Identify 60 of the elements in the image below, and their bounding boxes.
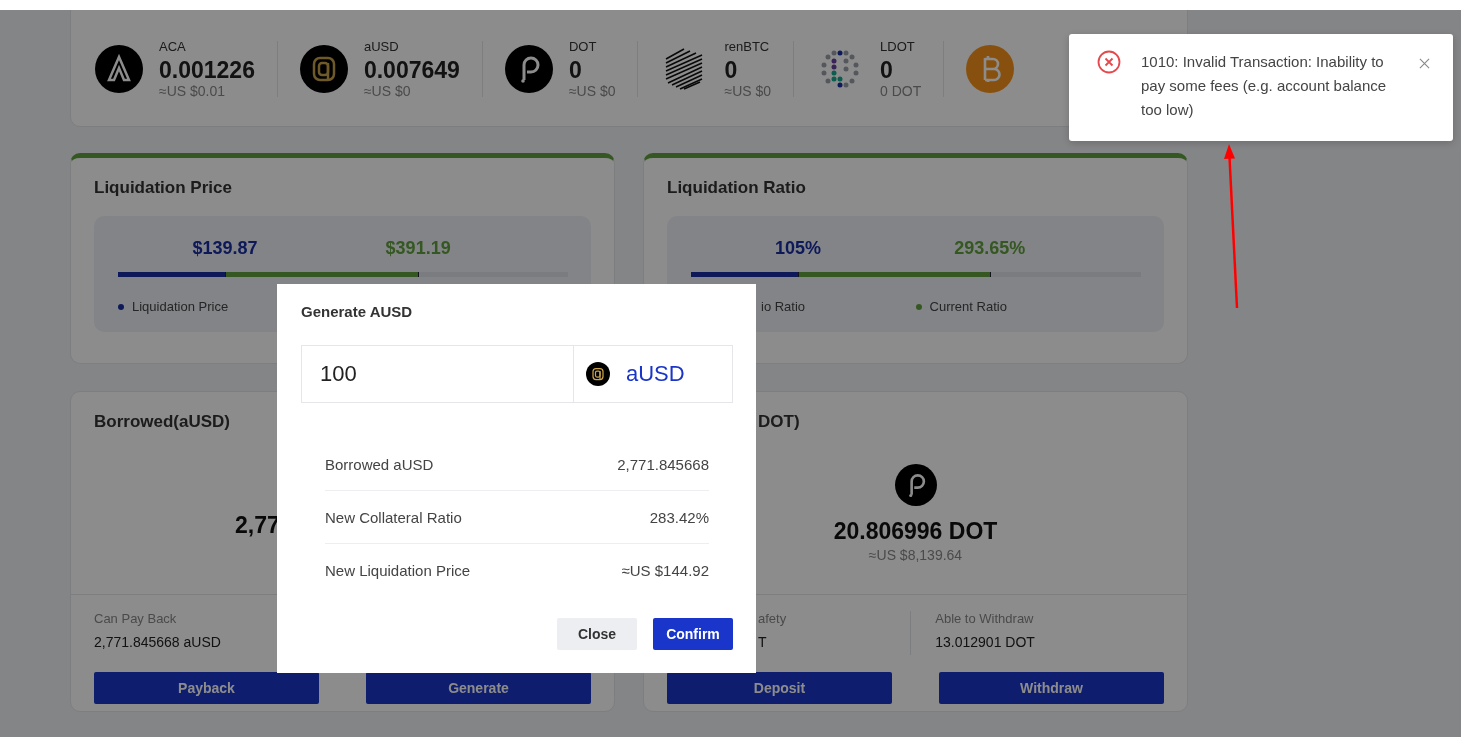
token-value: ≈US $0	[724, 82, 772, 99]
stat-label: Can Pay Back	[94, 611, 178, 626]
detail-value: 2,771.845668	[617, 455, 709, 473]
token-name: ACA	[159, 38, 187, 54]
token-value: ≈US $0	[363, 82, 412, 99]
coin-logo-icon	[299, 44, 348, 93]
action-button[interactable]: Deposit	[667, 672, 892, 704]
marker-value: $139.87	[192, 238, 258, 259]
stat-value: 2,771.845668 aUSD	[94, 634, 222, 650]
stat-value: T	[758, 634, 768, 650]
triangle-logo-icon	[95, 44, 143, 93]
amount-input[interactable]: 100	[301, 345, 573, 403]
detail-value: 283.42%	[649, 508, 709, 526]
marker-value: 293.65%	[954, 238, 1026, 259]
detail-label: Borrowed aUSD	[325, 455, 434, 473]
confirm-button[interactable]: Confirm	[653, 618, 733, 650]
detail-label: New Liquidation Price	[325, 561, 471, 579]
coin-logo-icon	[504, 44, 553, 93]
action-button[interactable]: Payback	[94, 672, 319, 704]
token-selector[interactable]: aUSD	[573, 345, 733, 403]
coin-logo-icon	[894, 463, 937, 506]
detail-value: ≈US $144.92	[621, 561, 709, 579]
toast-message: 1010: Invalid Transaction: Inability to pay some fees (e.g. account balance too low)	[1141, 52, 1388, 120]
close-button[interactable]: Close	[557, 618, 637, 650]
token-value: ≈US $0.01	[159, 82, 227, 99]
balance-amount: 20.806996 DOT	[833, 517, 998, 545]
token-name: LDOT	[880, 38, 916, 54]
marker-value: 105%	[775, 238, 822, 259]
error-icon	[1097, 50, 1121, 74]
token-amount: 0	[880, 56, 894, 83]
stat-label: afety	[758, 611, 788, 626]
card-title: Borrowed(aUSD)	[93, 412, 231, 432]
card-title: Liquidation Price	[94, 178, 233, 198]
token-amount: 0.001226	[159, 56, 255, 83]
close-icon[interactable]	[1419, 58, 1430, 69]
card-title: DOT)	[757, 412, 801, 432]
balance-amount: 2,77	[235, 511, 280, 539]
token-name: renBTC	[724, 38, 771, 54]
card-title: Liquidation Ratio	[667, 178, 807, 198]
legend-label: Liquidation Price	[132, 299, 229, 314]
action-button[interactable]: Generate	[366, 672, 591, 704]
legend-label: Current Ratio	[929, 299, 1007, 314]
legend-label: io Ratio	[761, 299, 806, 314]
coin-logo-icon	[966, 44, 1015, 93]
token-label: aUSD	[626, 361, 685, 387]
detail-label: New Collateral Ratio	[325, 508, 462, 526]
token-amount: 0	[568, 56, 583, 83]
balance-value: ≈US $8,139.64	[868, 546, 963, 563]
token-amount: 0	[724, 56, 739, 83]
token-value: 0 DOT	[880, 82, 922, 99]
token-amount: 0.007649	[363, 56, 460, 83]
marker-value: $391.19	[385, 238, 451, 259]
dialog-title: Generate AUSD	[301, 303, 414, 320]
token-name: DOT	[568, 38, 598, 54]
coin-logo-icon	[586, 362, 610, 386]
action-button[interactable]: Withdraw	[939, 672, 1164, 704]
stat-label: Able to Withdraw	[935, 611, 1035, 626]
token-value: ≈US $0	[568, 82, 616, 99]
token-name: aUSD	[363, 38, 400, 54]
stat-value: 13.012901 DOT	[935, 634, 1036, 650]
